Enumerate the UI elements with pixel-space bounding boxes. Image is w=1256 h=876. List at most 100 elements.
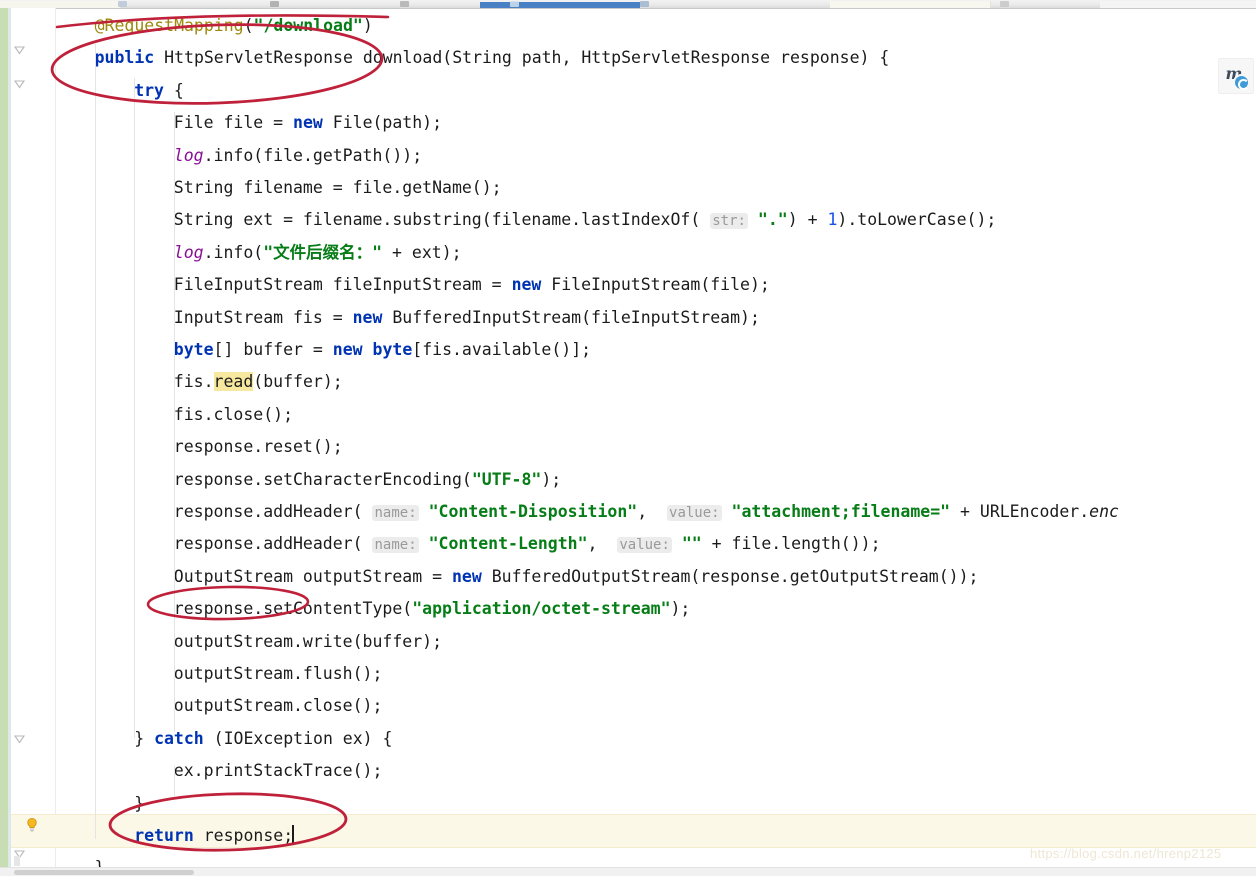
code-token: } [134,728,155,748]
code-line[interactable]: response.setContentType("application/oct… [55,593,691,625]
code-line[interactable]: outputStream.write(buffer); [55,626,442,658]
code-token: OutputStream outputStream = [173,566,452,586]
vcs-icon[interactable] [640,1,649,7]
code-line[interactable]: } catch (IOException ex) { [55,723,392,755]
code-token: response.addHeader( [173,502,373,521]
code-token: ) + [787,210,828,230]
indent-guide [174,112,175,732]
fold-arrow-icon[interactable] [13,44,26,57]
code-token: log [173,145,204,165]
toolbar-segment-right[interactable] [830,1,991,8]
code-token: } [134,793,145,813]
code-token: + ext); [382,242,462,262]
code-line[interactable]: File file = new File(path); [55,107,442,139]
code-token: [] buffer = [213,340,333,359]
code-line[interactable]: } [55,852,105,868]
code-token: ); [670,599,691,619]
maven-reload-button[interactable]: m [1218,58,1254,94]
toolbar-segment-left[interactable] [0,1,121,8]
search-icon[interactable] [510,1,519,7]
code-token: fis. [173,372,214,392]
code-token: FileInputStream fileInputStream = [173,275,512,295]
code-line[interactable]: outputStream.flush(); [55,658,383,690]
code-line[interactable]: String filename = file.getName(); [55,172,502,204]
code-token: str: [710,213,748,230]
code-token: "/download" [253,16,363,35]
code-token: "application/octet-stream" [412,599,671,619]
sync-refresh-icon [1235,76,1249,90]
code-token: , [637,502,668,521]
code-line[interactable]: return response; [55,820,295,852]
code-line[interactable]: try { [55,75,184,107]
code-token: (IOException ex) { [203,728,393,748]
code-token: String filename = file.getName(); [173,178,502,197]
code-token: byte [372,340,413,359]
code-token: outputStream.flush(); [173,664,383,683]
indent-guide [134,78,135,738]
code-token: log [173,242,204,262]
code-token: response.reset(); [173,437,343,457]
code-token: File(path); [322,113,443,133]
code-line[interactable]: public HttpServletResponse download(Stri… [55,42,890,74]
scrollbar-thumb[interactable] [14,870,194,875]
debug-icon[interactable] [270,1,279,7]
horizontal-scrollbar[interactable] [0,867,1256,876]
code-token: byte [173,340,214,359]
gutter-bottom-marker [14,856,20,866]
code-token: "" [681,534,702,554]
code-line[interactable]: response.addHeader( name: "Content-Lengt… [55,528,881,560]
code-line[interactable]: String ext = filename.substring(filename… [55,204,996,236]
toolbar-segment-far-right[interactable] [1100,1,1256,8]
code-editor-text[interactable]: @RequestMapping("/download") public HttpS… [55,8,1256,868]
code-line[interactable]: ex.printStackTrace(); [55,755,383,787]
code-line[interactable]: response.addHeader( name: "Content-Dispo… [55,496,1119,528]
code-line[interactable]: fis.read(buffer); [55,366,343,398]
indent-guide [95,44,96,839]
code-token: value: [667,505,722,521]
code-line[interactable]: OutputStream outputStream = new Buffered… [55,561,979,593]
fold-arrow-icon[interactable] [13,78,26,91]
code-token: "UTF-8" [471,469,542,489]
code-line[interactable]: FileInputStream fileInputStream = new Fi… [55,269,770,301]
code-line[interactable]: @RequestMapping("/download") [55,10,373,42]
code-line[interactable]: log.info("文件后缀名：" + ext); [55,237,462,269]
code-token: File file = [173,113,294,133]
code-token: new [332,340,363,359]
text-caret [292,825,295,845]
code-token: name: [372,537,419,554]
code-token: value: [617,537,672,554]
code-token: @RequestMapping [94,16,244,35]
code-line[interactable]: response.setCharacterEncoding("UTF-8"); [55,464,561,496]
code-token: { [164,80,184,100]
code-token: return [134,826,194,845]
vcs-change-stripe [0,8,8,868]
settings-icon[interactable] [400,1,409,7]
lightbulb-icon[interactable] [24,817,40,833]
code-line[interactable]: InputStream fis = new BufferedInputStrea… [55,302,760,334]
code-line[interactable]: } [55,788,144,820]
code-token: + file.length()); [701,534,881,554]
fold-arrow-icon[interactable] [13,733,26,746]
code-token: new [293,113,323,133]
code-token: response.setCharacterEncoding( [173,469,472,489]
editor-gutter[interactable] [11,8,56,868]
code-token: public [94,48,155,68]
code-line[interactable]: outputStream.close(); [55,690,383,722]
editor-window: @RequestMapping("/download") public HttpS… [0,0,1256,876]
more-icon[interactable] [1000,1,1009,7]
code-line[interactable]: log.info(file.getPath()); [55,140,422,172]
code-line[interactable]: response.reset(); [55,431,343,463]
code-token: ( [243,16,254,35]
code-token: + URLEncoder. [950,502,1090,521]
code-line[interactable]: byte[] buffer = new byte[fis.available()… [55,334,591,366]
run-icon[interactable] [118,1,127,7]
code-token: new [352,307,383,327]
code-token: "Content-Disposition" [428,502,638,521]
code-token: try [134,80,164,100]
